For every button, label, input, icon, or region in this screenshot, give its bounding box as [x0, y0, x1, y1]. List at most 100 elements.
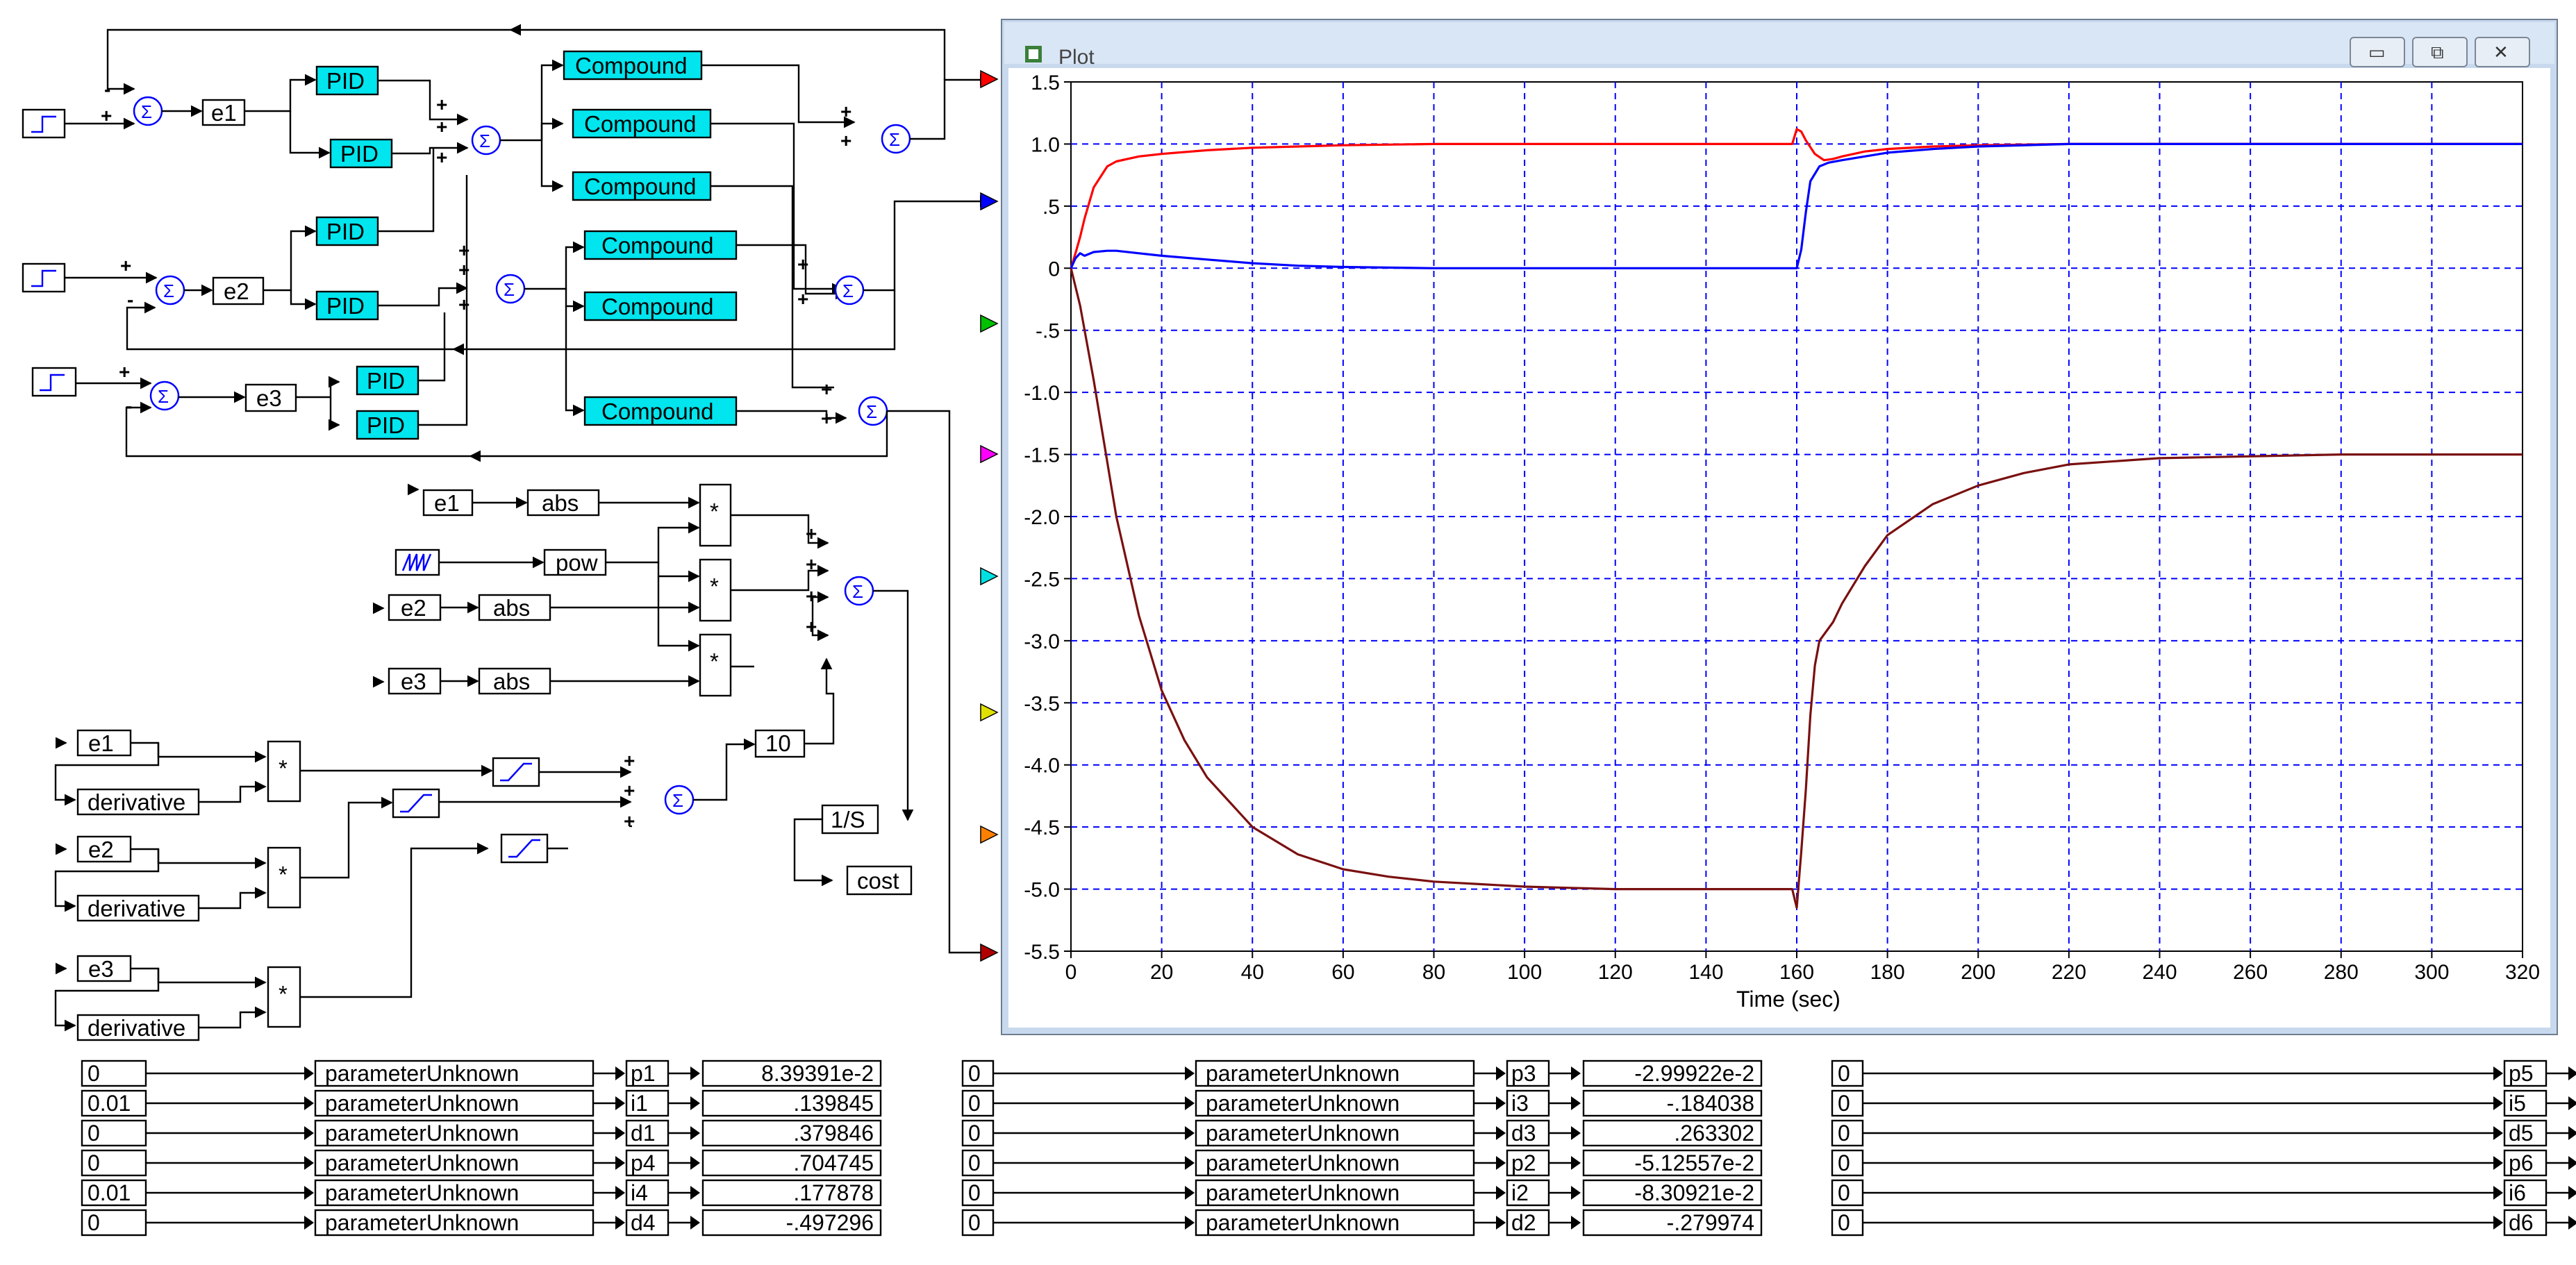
parameter-unknown-label: parameterUnknown	[325, 1180, 519, 1205]
output-port-6[interactable]	[980, 703, 999, 722]
param-value-text: 0	[968, 1180, 981, 1205]
plus-sign: +	[797, 288, 808, 310]
param-value-text: 0.01	[88, 1180, 131, 1205]
derivative-label: derivative	[88, 789, 185, 815]
x-tick-label: 60	[1331, 961, 1354, 984]
param-name-label: i5	[2509, 1091, 2526, 1116]
sigma-icon: Σ	[504, 279, 515, 300]
derivative-label: derivative	[88, 896, 185, 921]
param-result-value: .704745	[793, 1150, 874, 1175]
x-tick-label: 20	[1150, 961, 1173, 984]
output-ports	[980, 69, 999, 962]
plus-sign: +	[840, 101, 851, 122]
plot-window[interactable]: Plot ▭ ⧉ ✕ 0 20 40 60 80 100 120 140 160 180 200 22…	[1001, 19, 2558, 1035]
param-value-text: 0	[1838, 1061, 1850, 1086]
param-result-value: .139845	[793, 1091, 874, 1116]
sigma-icon: Σ	[479, 131, 490, 151]
close-icon: ✕	[2493, 42, 2509, 62]
param-result-value: -.279974	[1667, 1210, 1754, 1235]
compound-label: Compound	[601, 233, 713, 258]
output-port-4[interactable]	[980, 444, 999, 464]
integrator-label: 1/S	[831, 807, 865, 832]
sigma-icon: Σ	[672, 790, 683, 811]
e2-label: e2	[224, 278, 249, 304]
sigma-icon: Σ	[141, 101, 152, 122]
param-name-label: i6	[2509, 1180, 2526, 1205]
multiply-label: *	[279, 981, 288, 1007]
plus-sign: +	[806, 585, 817, 607]
derivative-label: derivative	[88, 1015, 185, 1041]
y-tick-label: -1.0	[1024, 382, 1060, 405]
gain-label: 10	[765, 730, 791, 756]
pid-label: PID	[326, 293, 365, 319]
y-tick-label: 1.0	[1031, 133, 1060, 156]
param-name-label: p5	[2509, 1061, 2534, 1086]
param-name-label: i1	[631, 1091, 648, 1116]
y-tick-label: -4.5	[1024, 816, 1060, 839]
param-name-label: d4	[631, 1210, 656, 1235]
param-value-text: 0	[968, 1121, 981, 1146]
e3-label: e3	[256, 385, 282, 411]
minimize-icon: ▭	[2368, 42, 2386, 62]
param-value-text: 0	[968, 1210, 981, 1235]
y-tick-label: 1.5	[1031, 72, 1060, 94]
plus-sign: +	[624, 780, 635, 801]
param-name-label: p6	[2509, 1150, 2534, 1175]
parameter-unknown-label: parameterUnknown	[1206, 1180, 1399, 1205]
compound-label: Compound	[584, 174, 696, 199]
param-result-value: .263302	[1674, 1121, 1754, 1146]
plus-sign: +	[436, 116, 447, 137]
x-tick-label: 220	[2052, 961, 2086, 984]
plus-sign: +	[797, 253, 808, 275]
param-value-text: 0	[88, 1210, 100, 1235]
plus-sign: +	[840, 130, 851, 151]
window-title: Plot	[1058, 46, 1095, 69]
param-result-value: .379846	[793, 1121, 874, 1146]
cost-function: e1 abs * pow * e2 abs e3 abs * + + + + Σ…	[54, 483, 914, 1041]
compound-label: Compound	[601, 294, 713, 319]
parameter-unknown-label: parameterUnknown	[325, 1061, 519, 1086]
output-port-8[interactable]	[980, 943, 999, 962]
pid-label: PID	[326, 219, 365, 244]
step-source-2[interactable]	[22, 262, 66, 293]
plus-sign: +	[436, 146, 447, 168]
y-tick-label: .5	[1042, 196, 1060, 219]
output-port-7[interactable]	[980, 825, 999, 844]
param-value-text: 0	[1838, 1121, 1850, 1146]
parameter-unknown-label: parameterUnknown	[325, 1121, 519, 1146]
pid-label: PID	[340, 141, 379, 167]
plus-sign: +	[624, 810, 635, 832]
multiply-label: *	[279, 862, 288, 887]
parameter-unknown-label: parameterUnknown	[1206, 1121, 1399, 1146]
param-value-text: 0	[1838, 1150, 1850, 1175]
param-value-text: 0	[88, 1121, 100, 1146]
param-value-text: 0	[1838, 1210, 1850, 1235]
param-result-value: -2.99922e-2	[1634, 1061, 1754, 1086]
e1-label: e1	[88, 730, 114, 756]
x-tick-label: 280	[2324, 961, 2359, 984]
param-name-label: p1	[631, 1061, 656, 1086]
param-result-value: -.184038	[1667, 1091, 1754, 1116]
x-tick-label: 120	[1598, 961, 1633, 984]
plus-sign: +	[458, 240, 470, 261]
parameter-unknown-label: parameterUnknown	[1206, 1210, 1399, 1235]
output-port-3[interactable]	[980, 314, 999, 333]
param-result-value: -.497296	[786, 1210, 874, 1235]
step-source-1[interactable]	[22, 108, 66, 139]
multiply-label: *	[710, 648, 719, 674]
e3-label: e3	[401, 669, 426, 694]
output-port-2[interactable]	[980, 192, 999, 211]
control-loop-1: + - Σ e1 PID PID + + + Σ Compound Compou…	[22, 24, 992, 389]
param-name-label: d1	[631, 1121, 656, 1146]
output-port-1[interactable]	[980, 69, 999, 89]
plus-sign: +	[806, 523, 817, 544]
step-source-3[interactable]	[31, 367, 77, 397]
y-tick-label: -3.0	[1024, 630, 1060, 653]
parameter-unknown-label: parameterUnknown	[1206, 1061, 1399, 1086]
pid-label: PID	[326, 68, 365, 94]
multiply-label: *	[279, 755, 288, 781]
parameter-unknown-label: parameterUnknown	[325, 1210, 519, 1235]
abs-label: abs	[493, 669, 530, 694]
output-port-5[interactable]	[980, 567, 999, 586]
y-tick-label: -2.5	[1024, 568, 1060, 591]
